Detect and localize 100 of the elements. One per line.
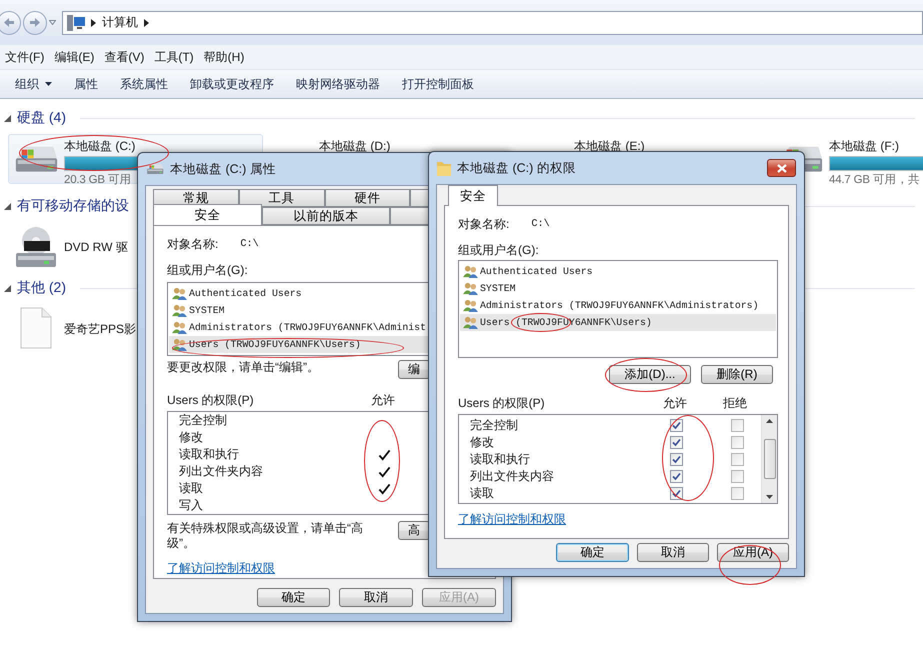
permission-name: 读取和执行 [178,446,240,463]
deny-checkbox[interactable] [731,487,744,500]
users-label: 组或用户名(G): [458,242,539,259]
tab[interactable]: 安全 [153,204,262,225]
forward-arrow-icon [30,18,40,27]
computer-icon [67,14,85,30]
menu-item[interactable]: 帮助(H) [198,48,250,66]
deny-checkbox[interactable] [731,436,744,450]
deny-checkbox[interactable] [731,419,744,432]
user-group-icon [172,321,187,334]
back-arrow-icon [4,18,14,27]
user-group-icon [463,298,478,312]
tab[interactable]: 硬件 [324,189,410,207]
permission-name: 列出文件夹内容 [178,463,264,480]
group-heading: 硬盘 (4) [17,109,66,127]
user-name: Authenticated Users [189,288,302,299]
dialog-button[interactable]: 取消 [339,588,413,607]
group-heading: 有可移动存储的设 [17,197,129,215]
allow-checkbox[interactable] [670,470,682,484]
user-group-icon [463,282,478,295]
permission-name: 读取 [469,485,495,502]
user-name: Users (TRWOJ9FUY6ANNFK\Users) [189,339,361,350]
permission-name: 完全控制 [469,417,519,434]
chevron-icon [144,18,149,26]
user-name: SYSTEM [480,282,516,294]
user-group-icon [172,287,187,300]
allow-checkbox[interactable] [670,453,682,466]
list-button[interactable]: 删除(R) [701,365,773,384]
item-label: 本地磁盘 (C:) [64,138,136,155]
permission-name: 修改 [178,429,204,446]
user-list-item[interactable]: Administrators (TRWOJ9FUY6ANNFK\Administrators) [460,296,776,314]
tab[interactable]: 以前的版本 [262,207,390,225]
users-label: 组或用户名(G): [167,262,248,279]
permissions-label: Users 的权限(P) [167,392,255,409]
scrollbar[interactable] [761,415,777,503]
advanced-hint: 有关特殊权限或高级设置，请单击“高级”。 [167,521,364,551]
forward-button[interactable] [23,10,47,34]
help-link[interactable]: 了解访问控制和权限 [458,511,566,528]
user-list-item[interactable]: Authenticated Users [460,262,776,280]
object-name-label: 对象名称: [458,216,510,234]
toolbar-button[interactable]: 映射网络驱动器 [285,72,391,96]
expand-triangle-icon[interactable] [4,114,11,122]
toolbar-button[interactable]: 属性 [63,72,109,96]
free-space-text: 20.3 GB 可用 [64,173,132,187]
permission-name: 读取和执行 [469,451,531,468]
toolbar-button[interactable]: 组织 [4,72,63,96]
tab[interactable]: 工具 [238,189,324,207]
scroll-down-icon[interactable] [766,494,773,499]
menu-item[interactable]: 工具(T) [149,48,199,66]
toolbar-button[interactable]: 系统属性 [109,72,179,96]
help-link[interactable]: 了解访问控制和权限 [167,560,275,577]
permission-name: 完全控制 [178,412,228,429]
toolbar-button[interactable]: 打开控制面板 [391,72,485,96]
deny-checkbox[interactable] [731,470,744,484]
permission-name: 列出文件夹内容 [469,468,555,486]
tab[interactable]: 安全 [448,185,498,206]
object-name-value: C:\ [531,219,550,230]
menu-item[interactable]: 查看(V) [99,48,150,66]
hard-drive-icon [146,162,164,176]
toolbar-button[interactable]: 卸载或更改程序 [179,72,285,96]
folder-icon [437,160,451,176]
item-label: DVD RW 驱 [64,239,128,256]
allow-checkbox[interactable] [670,487,682,500]
dropdown-caret-icon[interactable] [49,20,56,25]
user-name: SYSTEM [189,305,225,316]
expand-triangle-icon[interactable] [4,202,11,210]
back-button[interactable] [0,10,21,34]
user-name: Administrators (TRWOJ9FUY6ANNFK\Administrators) [480,300,759,311]
chevron-icon [91,18,96,26]
advanced-button[interactable]: 高 [398,521,430,540]
dialog-button[interactable]: 确定 [556,543,629,562]
permissions-label: Users 的权限(P) [458,395,546,412]
window-title: 本地磁盘 (C:) 的权限 [457,160,576,176]
file-icon [20,307,52,349]
permission-name: 写入 [178,497,204,514]
user-group-icon [463,316,478,329]
breadcrumb[interactable]: 计算机 [102,14,138,31]
expand-triangle-icon[interactable] [4,284,11,292]
allow-header: 允许 [663,395,687,412]
allow-header: 允许 [371,392,395,409]
address-bar[interactable]: 计算机 [62,10,923,34]
item-label: 本地磁盘 (F:) [829,138,900,155]
scroll-up-icon[interactable] [766,419,773,424]
user-list-item[interactable]: SYSTEM [460,280,776,297]
allow-checkbox[interactable] [670,436,682,450]
edit-button[interactable]: 编 [398,360,430,379]
menu-item[interactable]: 文件(F) [0,48,50,66]
user-group-icon [172,304,187,317]
scroll-thumb[interactable] [764,439,776,480]
user-group-icon [463,264,478,278]
dialog-button[interactable]: 取消 [637,543,709,562]
deny-checkbox[interactable] [731,453,744,466]
close-button[interactable] [767,159,796,177]
user-group-icon [172,338,187,351]
list-button[interactable]: 添加(D)... [609,365,691,384]
allow-checkbox[interactable] [670,419,682,432]
dialog-button[interactable]: 确定 [257,588,330,607]
menu-item[interactable]: 编辑(E) [49,48,100,66]
permission-name: 修改 [469,434,495,452]
group-heading: 其他 (2) [17,279,66,297]
